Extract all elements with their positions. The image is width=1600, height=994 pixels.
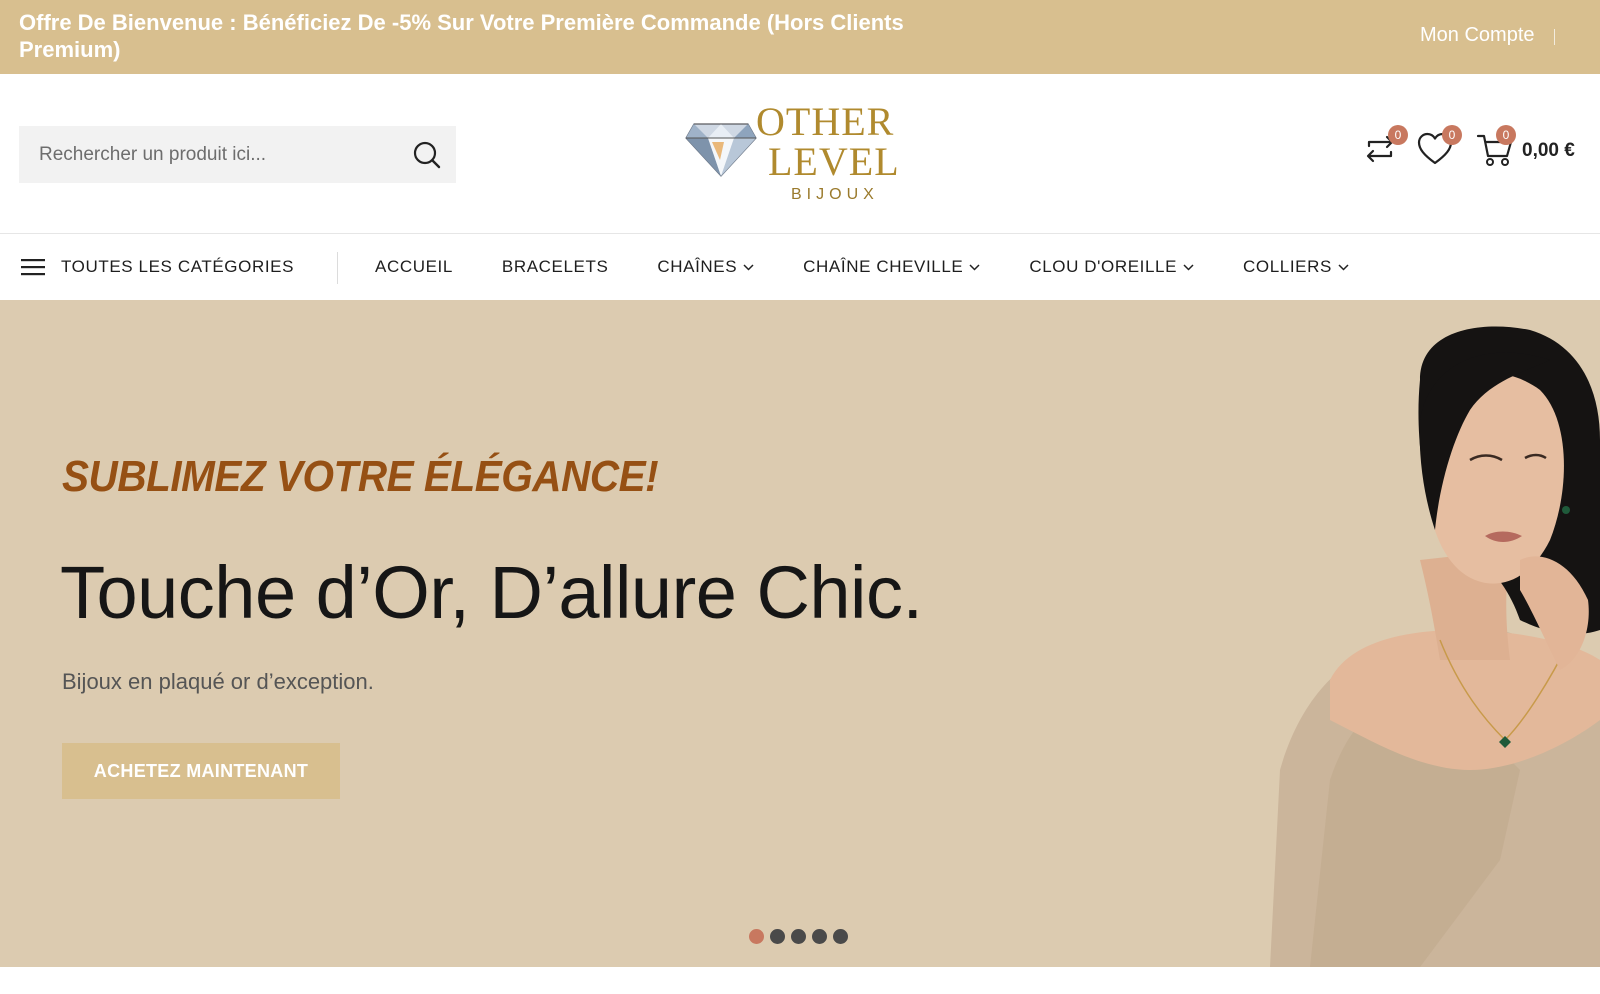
promo-bar: Offre De Bienvenue : Bénéficiez De -5% S… [0,0,1600,74]
nav-item-bracelets[interactable]: BRACELETS [502,257,609,277]
shop-now-button[interactable]: ACHETEZ MAINTENANT [62,743,340,799]
slider-dot-2[interactable] [770,929,785,944]
hero-slider: SUBLIMEZ VOTRE ÉLÉGANCE! Touche d’Or, D’… [0,300,1600,967]
hero-headline: Touche d’Or, D’allure Chic. [60,551,923,634]
chevron-down-icon [969,263,980,271]
logo-line-2: LEVEL [768,139,900,184]
wishlist-button[interactable]: 0 [1416,125,1462,171]
search-box [19,126,456,183]
nav-item-label: ACCUEIL [375,257,453,276]
chevron-down-icon [743,263,754,271]
compare-count-badge: 0 [1388,125,1408,145]
cart-total[interactable]: 0,00 € [1522,140,1575,162]
compare-button[interactable]: 0 [1362,125,1408,171]
search-button[interactable] [410,138,444,172]
nav-item-colliers[interactable]: COLLIERS [1243,257,1349,277]
search-input[interactable] [19,126,399,183]
slider-dots [749,929,854,944]
topbar-divider [1554,29,1555,45]
slider-dot-5[interactable] [833,929,848,944]
nav-item-label: CHAÎNE CHEVILLE [803,257,964,276]
all-categories-toggle[interactable]: TOUTES LES CATÉGORIES [21,252,294,282]
promo-text: Offre De Bienvenue : Bénéficiez De -5% S… [19,10,904,62]
nav-item-label: CLOU D'OREILLE [1029,257,1178,276]
slider-dot-3[interactable] [791,929,806,944]
page-bottom-strip [0,967,1600,994]
nav-item-clou-oreille[interactable]: CLOU D'OREILLE [1029,257,1194,277]
diamond-icon [685,123,757,177]
logo-line-3: BIJOUX [791,186,879,203]
slider-dot-4[interactable] [812,929,827,944]
nav-item-chaines[interactable]: CHAÎNES [657,257,754,277]
cart-count-badge: 0 [1496,125,1516,145]
my-account-link[interactable]: Mon Compte [1420,24,1535,47]
chevron-down-icon [1183,263,1194,271]
model-photo [1270,326,1600,967]
nav-divider [337,252,338,284]
chevron-down-icon [1338,263,1349,271]
logo-line-1: OTHER [756,99,895,144]
cart-button[interactable]: 0 [1476,125,1516,171]
main-navigation: TOUTES LES CATÉGORIES ACCUEIL BRACELETS … [0,234,1600,300]
slider-dot-1[interactable] [749,929,764,944]
hamburger-menu-icon [21,259,45,276]
hero-subtitle: Bijoux en plaqué or d’exception. [62,669,374,694]
nav-item-chaine-cheville[interactable]: CHAÎNE CHEVILLE [803,257,980,277]
wishlist-count-badge: 0 [1442,125,1462,145]
nav-item-label: CHAÎNES [657,257,738,276]
hero-kicker: SUBLIMEZ VOTRE ÉLÉGANCE! [62,452,659,501]
search-icon [413,141,441,169]
nav-item-label: COLLIERS [1243,257,1332,276]
site-header: OTHER LEVEL BIJOUX 0 0 0 0,00 € [0,74,1600,234]
nav-item-label: BRACELETS [501,257,609,276]
nav-item-accueil[interactable]: ACCUEIL [375,257,453,277]
nav-menu: ACCUEIL BRACELETS CHAÎNES CHAÎNE CHEVILL… [375,234,1398,300]
all-categories-label: TOUTES LES CATÉGORIES [61,257,295,276]
site-logo[interactable]: OTHER LEVEL BIJOUX [684,100,916,208]
